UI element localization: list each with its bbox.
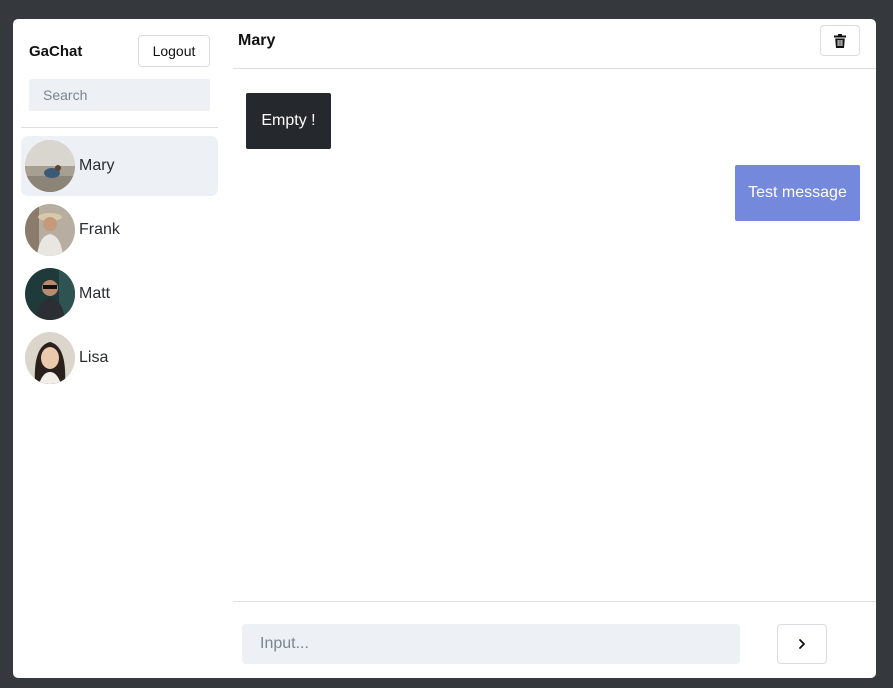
message-received: Empty ! [246,93,331,149]
sidebar-divider [21,127,218,128]
app-window: GaChat Logout Mary [13,19,876,678]
chat-panel: Mary Empty ! Test message [233,19,876,678]
delete-chat-button[interactable] [820,25,860,56]
contact-name: Frank [79,221,120,238]
contact-item-mary[interactable]: Mary [21,136,218,196]
message-sent: Test message [735,165,860,221]
chat-title: Mary [238,32,276,49]
contact-item-frank[interactable]: Frank [21,200,218,260]
contact-name: Matt [79,285,111,302]
app-brand: GaChat [29,43,83,60]
avatar [25,268,75,320]
contact-name: Lisa [79,349,109,366]
search-input[interactable] [29,79,210,111]
avatar [25,140,75,192]
footer-divider [233,601,876,602]
trash-icon [834,33,846,48]
contact-list: Mary Frank Matt Lisa [21,136,218,392]
chevron-right-icon [799,639,805,649]
message-input[interactable] [242,624,740,664]
contact-item-lisa[interactable]: Lisa [21,328,218,388]
avatar [25,332,75,384]
contact-name: Mary [79,157,115,174]
sidebar: GaChat Logout Mary [13,19,228,678]
send-button[interactable] [777,624,827,664]
avatar [25,204,75,256]
logout-button[interactable]: Logout [138,35,210,67]
contact-item-matt[interactable]: Matt [21,264,218,324]
header-divider [233,68,876,69]
